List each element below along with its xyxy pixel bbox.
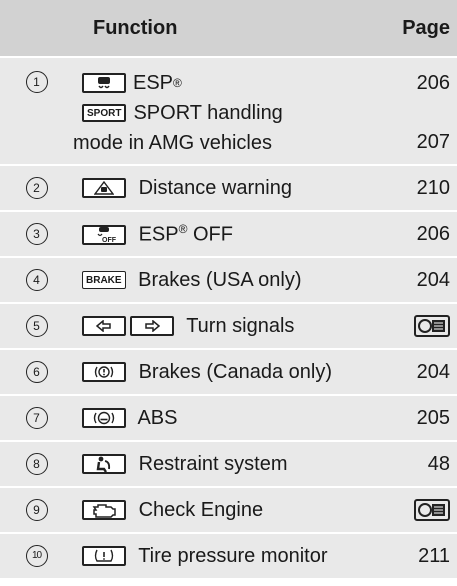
row-number: 8 <box>25 453 48 475</box>
function-label: Restraint system <box>138 452 288 475</box>
page-number: 204 <box>416 360 450 383</box>
table-row: 5 Turn signals <box>0 304 457 350</box>
row-number: 1 <box>25 71 48 93</box>
esp-icon <box>82 73 126 93</box>
function-label: Brakes (USA only) <box>138 268 302 291</box>
table-row: 8 Restraint system 48 <box>0 442 457 488</box>
table-row: 6 Brakes (Canada only) 204 <box>0 350 457 396</box>
esp-off-label: ESP <box>138 223 179 246</box>
header-function: Function <box>93 17 178 39</box>
row-number: 2 <box>25 177 48 199</box>
sport-icon: SPORT <box>82 104 127 122</box>
check-engine-icon <box>82 500 126 521</box>
table-row: 10 Tire pressure monitor 211 <box>0 534 457 578</box>
distance-warning-icon <box>82 178 126 199</box>
function-label: Brakes (Canada only) <box>138 360 332 383</box>
restraint-icon <box>82 454 126 475</box>
row-number: 10 <box>25 545 48 567</box>
table-row: 7 ABS 205 <box>0 396 457 442</box>
page-number: 210 <box>416 176 450 199</box>
svg-text:OFF: OFF <box>102 237 116 243</box>
esp-label: ESP <box>133 71 174 94</box>
table-row: 1 ESP ® SPORT SPORT handling mode in AMG … <box>0 58 457 166</box>
row-number: 4 <box>25 269 48 291</box>
table-row: 4 BRAKE Brakes (USA only) 204 <box>0 258 457 304</box>
page-number: 206 <box>416 222 450 245</box>
turn-signal-right-icon <box>130 316 174 337</box>
header-page: Page <box>402 17 450 39</box>
table-row: 9 Check Engine <box>0 488 457 534</box>
function-label: ABS <box>137 406 178 429</box>
abs-icon <box>82 408 126 429</box>
brake-canada-icon <box>82 362 126 383</box>
row-number: 3 <box>25 223 48 245</box>
sport-label: SPORT handling <box>133 101 283 124</box>
function-label: Tire pressure monitor <box>138 544 328 567</box>
row-number: 7 <box>25 407 48 429</box>
table-header: Function Page <box>0 0 457 58</box>
header-number-column <box>0 0 73 56</box>
brake-icon: BRAKE <box>82 271 126 290</box>
manual-icon <box>414 499 450 522</box>
page-number: 211 <box>418 544 450 567</box>
turn-signal-left-icon <box>82 316 126 337</box>
manual-icon <box>414 315 450 338</box>
page-number: 205 <box>416 406 450 429</box>
function-table: Function Page 1 ESP ® SPORT SPORT handlin… <box>0 0 457 578</box>
page-number: 48 <box>427 452 450 475</box>
esp-off-icon: OFF <box>82 225 126 246</box>
function-label: Turn signals <box>186 314 295 337</box>
table-row: 3 OFF ESP® OFF 206 <box>0 212 457 258</box>
page-number: 204 <box>416 268 450 291</box>
tire-pressure-icon <box>82 546 126 567</box>
function-label: Distance warning <box>138 176 292 199</box>
sport-label-cont: mode in AMG vehicles <box>73 131 272 154</box>
row-number: 6 <box>25 361 48 383</box>
function-label: Check Engine <box>138 498 264 521</box>
page-number: 206 <box>416 72 450 94</box>
table-row: 2 Distance warning 210 <box>0 166 457 212</box>
row-number: 5 <box>25 315 48 337</box>
row-number: 9 <box>25 499 48 521</box>
page-number: 207 <box>416 131 450 153</box>
